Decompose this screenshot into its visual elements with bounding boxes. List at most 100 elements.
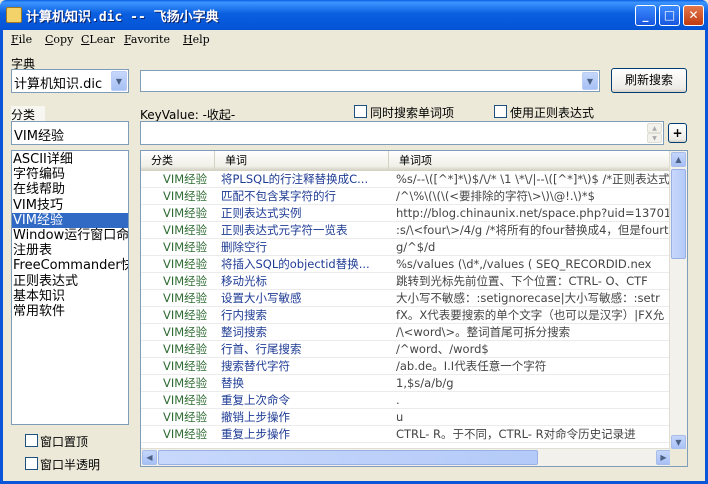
- cell-word: 设置大小写敏感: [221, 291, 302, 305]
- menu-clear[interactable]: CLear: [81, 33, 115, 46]
- table-row[interactable]: VIM经验 正则表达式实例 http://blog.chinaunix.net/sp…: [141, 205, 672, 222]
- cell-word-item: CTRL- R。于不同，CTRL- R对命令历史记录进: [396, 427, 636, 441]
- dict-select-value: 计算机知识.dic: [14, 77, 103, 92]
- cell-word: 将PLSQL的行注释替换成C...: [221, 172, 369, 186]
- keyvalue-field[interactable]: ▲ ▼: [140, 121, 664, 145]
- use-regex-checkbox[interactable]: [494, 105, 507, 118]
- scroll-right-button[interactable]: ▶: [656, 450, 671, 465]
- cell-word-item: 跳转到光标先前位置、下个位置：CTRL- O、CTF: [396, 274, 648, 288]
- sidebar-item[interactable]: 正则表达式: [12, 274, 128, 289]
- chevron-down-icon[interactable]: ▼: [582, 72, 598, 90]
- add-button[interactable]: +: [668, 123, 687, 143]
- table-row[interactable]: VIM经验 重复上次命令.: [141, 392, 672, 409]
- window-frame-left: [0, 30, 3, 484]
- cell-word: 重复上次命令: [221, 393, 290, 407]
- cell-word: 正则表达式实例: [221, 206, 302, 220]
- table-row[interactable]: VIM经验 匹配不包含某字符的行/^\%\(\(\(<要排除的字符\>\)\@!.…: [141, 188, 672, 205]
- table-row[interactable]: VIM经验 移动光标 跳转到光标先前位置、下个位置：CTRL- O、CTF: [141, 273, 672, 290]
- cell-word: 行首、行尾搜索: [221, 342, 302, 356]
- table-row[interactable]: VIM经验 撤销上步操作 u: [141, 409, 672, 426]
- dict-select[interactable]: 计算机知识.dic ▼: [11, 69, 129, 93]
- table-row[interactable]: VIM经验 正则表达式元字符一览表:s/\<four\>/4/g /*将所有的fo…: [141, 222, 672, 239]
- cell-word: 将插入SQL的objectid替换...: [221, 257, 370, 271]
- cell-word-item: fX。X代表要搜索的单个文字（也可以是汉字）|FX允: [396, 308, 665, 322]
- chevron-down-icon[interactable]: ▼: [111, 71, 127, 91]
- table-row[interactable]: VIM经验 将插入SQL的objectid替换... %s/values (\d*,…: [141, 256, 672, 273]
- menu-help[interactable]: Help: [183, 33, 210, 46]
- sidebar-item[interactable]: VIM技巧: [12, 198, 128, 213]
- cell-word: 正则表达式元字符一览表: [221, 223, 348, 237]
- horizontal-scroll-thumb[interactable]: [158, 450, 538, 465]
- table-row[interactable]: VIM经验 搜索替代字符/ab.de。I.I代表任意一个字符: [141, 358, 672, 375]
- minimize-button[interactable]: _: [635, 5, 656, 26]
- cell-word: 撤销上步操作: [221, 410, 290, 424]
- table-row[interactable]: VIM经验 将PLSQL的行注释替换成C... %s/--\([^*]*\)$/\/…: [141, 171, 672, 188]
- sidebar-item[interactable]: 基本知识: [12, 289, 128, 304]
- column-header-category[interactable]: 分类: [141, 151, 215, 170]
- table-row[interactable]: VIM经验 行首、行尾搜索/^word、/word$: [141, 341, 672, 358]
- vertical-scroll-thumb[interactable]: [671, 169, 686, 259]
- table-row[interactable]: VIM经验 重复上步操作 CTRL- R。于不同，CTRL- R对命令历史记录进: [141, 426, 672, 443]
- scroll-down-button[interactable]: ▼: [671, 435, 686, 450]
- table-row[interactable]: VIM经验 整词搜索/\<word\>。整词首尾可拆分搜索: [141, 324, 672, 341]
- search-items-checkbox[interactable]: [354, 105, 367, 118]
- search-items-label: 同时搜索单词项: [370, 106, 455, 120]
- table-row[interactable]: VIM经验 设置大小写敏感 大小写不敏感：:setignorecase|大小写敏感：…: [141, 290, 672, 307]
- translucent-label: 窗口半透明: [40, 458, 101, 472]
- cell-word-item: 大小写不敏感：:setignorecase|大小写敏感：:setr: [396, 291, 660, 305]
- keyvalue-scroll-up[interactable]: ▲: [647, 123, 662, 133]
- cell-word-item: /\<word\>。整词首尾可拆分搜索: [396, 325, 571, 339]
- translucent-checkbox[interactable]: [25, 457, 38, 470]
- scroll-left-button[interactable]: ◀: [142, 450, 157, 465]
- cell-word: 删除空行: [221, 240, 267, 254]
- sidebar-item[interactable]: VIM经验: [12, 212, 128, 228]
- sidebar-item[interactable]: FreeCommander快捷键: [12, 258, 128, 273]
- horizontal-scrollbar[interactable]: ◀ ▶: [141, 448, 672, 466]
- sidebar-item[interactable]: 常用软件: [12, 304, 128, 319]
- topmost-label: 窗口置顶: [40, 435, 89, 449]
- category-field[interactable]: VIM经验: [11, 121, 129, 145]
- cell-word-item: /^\%\(\(\(<要排除的字符\>\)\@!.\)*$: [396, 189, 595, 203]
- close-button[interactable]: ✕: [683, 5, 704, 26]
- sidebar-item[interactable]: 在线帮助: [12, 182, 128, 197]
- topmost-checkbox[interactable]: [25, 434, 38, 447]
- cell-word-item: .: [396, 393, 400, 407]
- cell-word-item: u: [396, 410, 404, 424]
- keyvalue-scroll-down[interactable]: ▼: [647, 133, 662, 143]
- results-table[interactable]: 分类 单词 单词项 VIM经验 将PLSQL的行注释替换成C... %s/--\([…: [140, 150, 688, 467]
- cell-word-item: :s/\<four\>/4/g /*将所有的four替换成4，但是fourte: [396, 223, 672, 237]
- menu-favorite[interactable]: Favorite: [124, 33, 170, 46]
- cell-word: 搜索替代字符: [221, 359, 290, 373]
- vertical-scrollbar[interactable]: ▲ ▼: [669, 151, 687, 451]
- table-row[interactable]: VIM经验 行内搜索 fX。X代表要搜索的单个文字（也可以是汉字）|FX允: [141, 307, 672, 324]
- search-input[interactable]: ▼: [140, 70, 600, 92]
- table-row[interactable]: VIM经验 删除空行 g/^$/d: [141, 239, 672, 256]
- cell-word: 替换: [221, 376, 244, 390]
- cell-word-item: /^word、/word$: [396, 342, 489, 356]
- category-list[interactable]: ASCII详细字符编码在线帮助VIM技巧VIM经验Window运行窗口命令注册表…: [11, 150, 129, 425]
- menu-file[interactable]: File: [11, 33, 32, 46]
- maximize-button[interactable]: □: [659, 5, 680, 26]
- refresh-search-button[interactable]: 刷新搜索: [611, 68, 687, 93]
- cell-word: 重复上步操作: [221, 427, 290, 441]
- sidebar-item[interactable]: 字符编码: [12, 167, 128, 182]
- row-divider: [141, 442, 672, 443]
- scroll-corner: [670, 449, 687, 466]
- cell-word-item: %s/--\([^*]*\)$/\/* \1 \*\/|--\([^*]*\)$…: [396, 172, 670, 186]
- table-row[interactable]: VIM经验 替换 1,$s/a/b/g: [141, 375, 672, 392]
- window-title: 计算机知识.dic -- 飞扬小字典: [26, 10, 219, 25]
- cell-word: 匹配不包含某字符的行: [221, 189, 336, 203]
- cell-word-item: http://blog.chinaunix.net/space.php?uid=…: [396, 206, 672, 220]
- sidebar-item[interactable]: Window运行窗口命令: [12, 228, 128, 243]
- cell-word: 移动光标: [221, 274, 267, 288]
- column-header-word[interactable]: 单词: [215, 151, 389, 170]
- scroll-up-button[interactable]: ▲: [671, 152, 686, 167]
- table-header: 分类 单词 单词项: [141, 151, 672, 171]
- cell-word-item: g/^$/d: [396, 240, 436, 254]
- sidebar-item[interactable]: 注册表: [12, 243, 128, 258]
- column-header-word-item[interactable]: 单词项: [389, 151, 672, 170]
- cell-word-item: 1,$s/a/b/g: [396, 376, 454, 390]
- use-regex-label: 使用正则表达式: [510, 106, 595, 120]
- menu-copy[interactable]: Copy: [45, 33, 73, 46]
- sidebar-item[interactable]: ASCII详细: [12, 152, 128, 167]
